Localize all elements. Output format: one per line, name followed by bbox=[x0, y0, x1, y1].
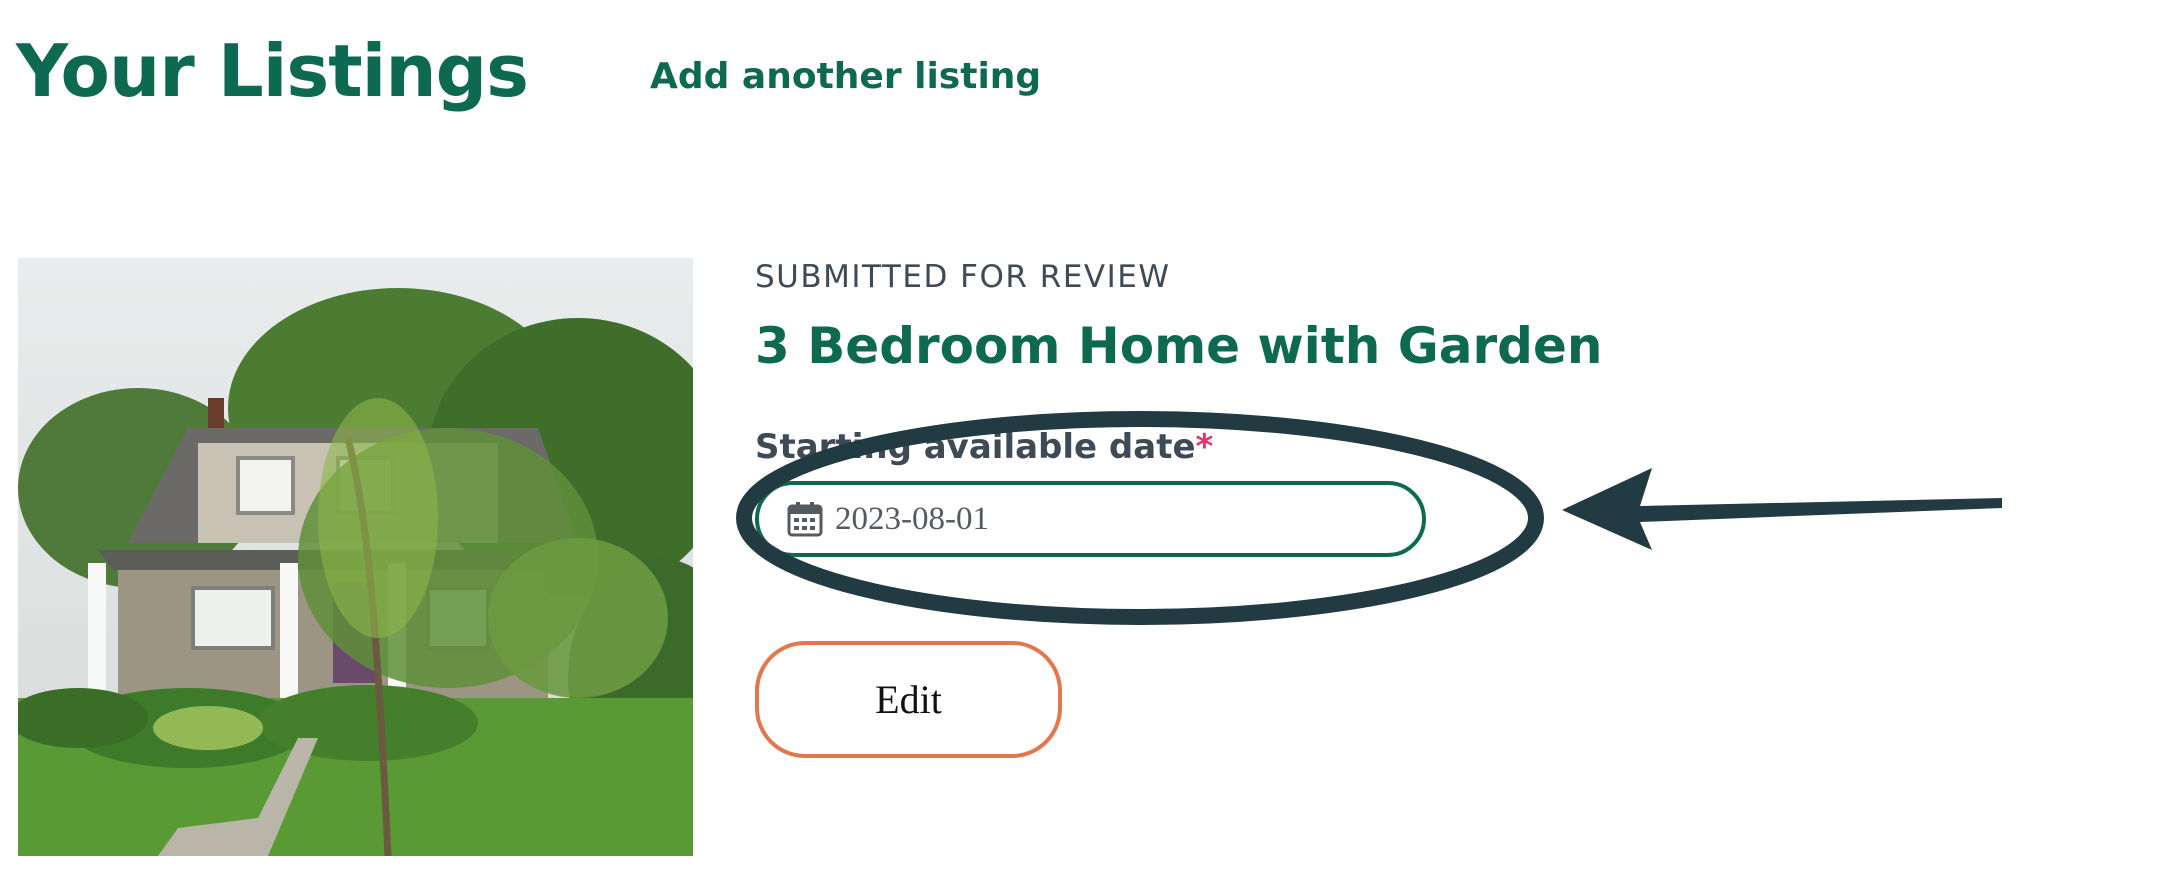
add-listing-link[interactable]: Add another listing bbox=[650, 55, 1041, 99]
listing-title: 3 Bedroom Home with Garden bbox=[755, 317, 1603, 375]
listing-photo bbox=[18, 258, 693, 856]
date-label-text: Starting available date bbox=[755, 427, 1196, 467]
listing-status: SUBMITTED FOR REVIEW bbox=[755, 259, 1171, 295]
edit-button[interactable]: Edit bbox=[755, 641, 1062, 758]
required-indicator: * bbox=[1195, 427, 1214, 467]
calendar-icon bbox=[787, 502, 823, 537]
date-label: Starting available date* bbox=[755, 425, 1213, 469]
starting-date-input[interactable]: 2023-08-01 bbox=[755, 481, 1426, 557]
date-value: 2023-08-01 bbox=[835, 500, 989, 537]
arrow-icon bbox=[1562, 468, 2002, 550]
page-title: Your Listings bbox=[16, 29, 529, 113]
